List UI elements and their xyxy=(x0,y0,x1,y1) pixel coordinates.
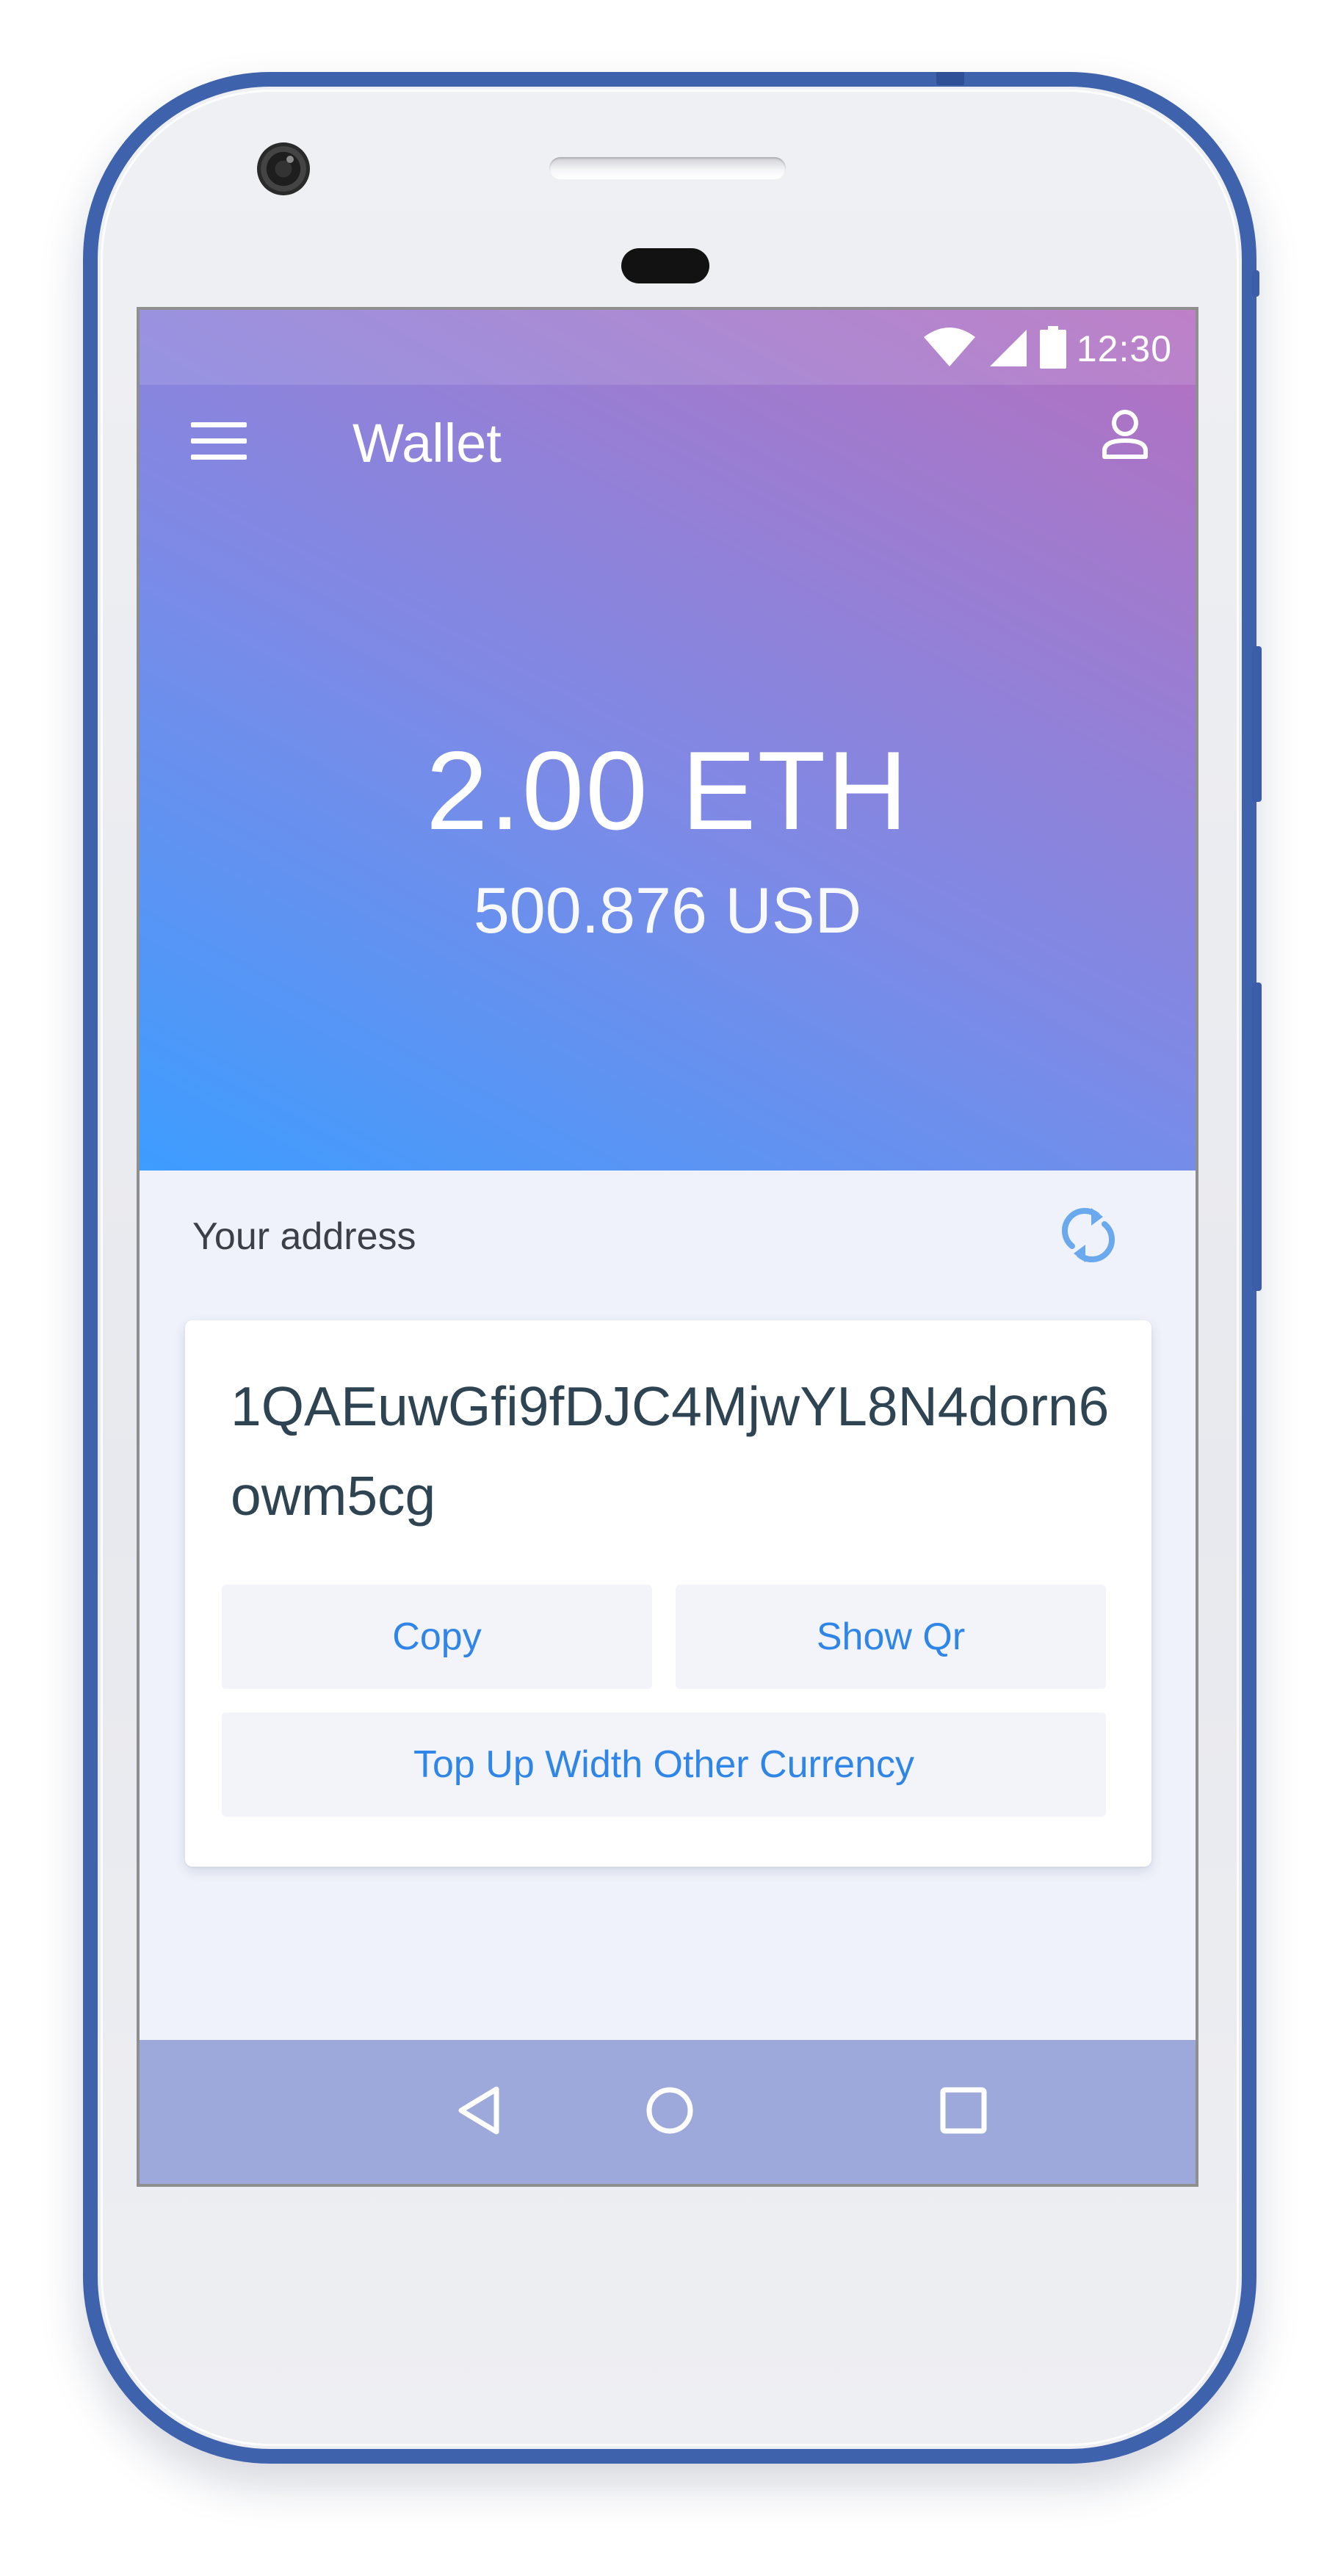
front-camera xyxy=(257,142,310,195)
earpiece xyxy=(621,248,709,283)
status-icons: 12:30 xyxy=(922,325,1172,372)
page-title: Wallet xyxy=(352,413,502,474)
phone-side-button-lower xyxy=(1252,983,1262,1291)
top-up-button[interactable]: Top Up Width Other Currency xyxy=(222,1712,1106,1817)
refresh-icon xyxy=(1059,1204,1118,1270)
wallet-address[interactable]: 1QAEuwGfi9fDJC4MjwYL8N4dorn6owm5cg xyxy=(231,1361,1112,1541)
phone-top-notch xyxy=(936,72,964,85)
home-icon xyxy=(644,2085,695,2140)
phone-screen: 12:30 Wallet 2.00 ETH 500.876 USD Your a… xyxy=(137,307,1198,2187)
balance-hero: 12:30 Wallet 2.00 ETH 500.876 USD xyxy=(140,310,1196,1171)
nav-recents-button[interactable] xyxy=(925,2074,1002,2150)
show-qr-button[interactable]: Show Qr xyxy=(676,1585,1106,1689)
user-icon xyxy=(1100,408,1150,465)
cellular-signal-icon xyxy=(987,327,1030,372)
phone-side-button-upper xyxy=(1252,646,1262,802)
speaker-grille xyxy=(549,157,786,179)
menu-button[interactable] xyxy=(189,413,248,471)
address-header: Your address xyxy=(140,1171,1196,1300)
balance-usd: 500.876 USD xyxy=(473,874,862,947)
balance-eth: 2.00 ETH xyxy=(425,728,910,853)
profile-button[interactable] xyxy=(1096,407,1154,466)
nav-home-button[interactable] xyxy=(632,2074,708,2150)
address-card: 1QAEuwGfi9fDJC4MjwYL8N4dorn6owm5cg Copy … xyxy=(185,1320,1151,1867)
status-bar: 12:30 xyxy=(140,310,1196,385)
back-icon xyxy=(455,2085,502,2140)
status-time: 12:30 xyxy=(1076,328,1172,369)
address-label: Your address xyxy=(192,1215,416,1258)
app-toolbar: Wallet xyxy=(140,385,1196,510)
menu-icon xyxy=(191,421,247,464)
copy-button[interactable]: Copy xyxy=(222,1585,652,1689)
refresh-button[interactable] xyxy=(1052,1200,1125,1273)
battery-icon xyxy=(1039,325,1066,372)
wifi-icon xyxy=(922,327,977,372)
system-nav-bar xyxy=(140,2040,1196,2184)
recents-icon xyxy=(939,2086,988,2138)
phone-side-button-tiny xyxy=(1252,270,1259,297)
nav-back-button[interactable] xyxy=(441,2074,517,2150)
